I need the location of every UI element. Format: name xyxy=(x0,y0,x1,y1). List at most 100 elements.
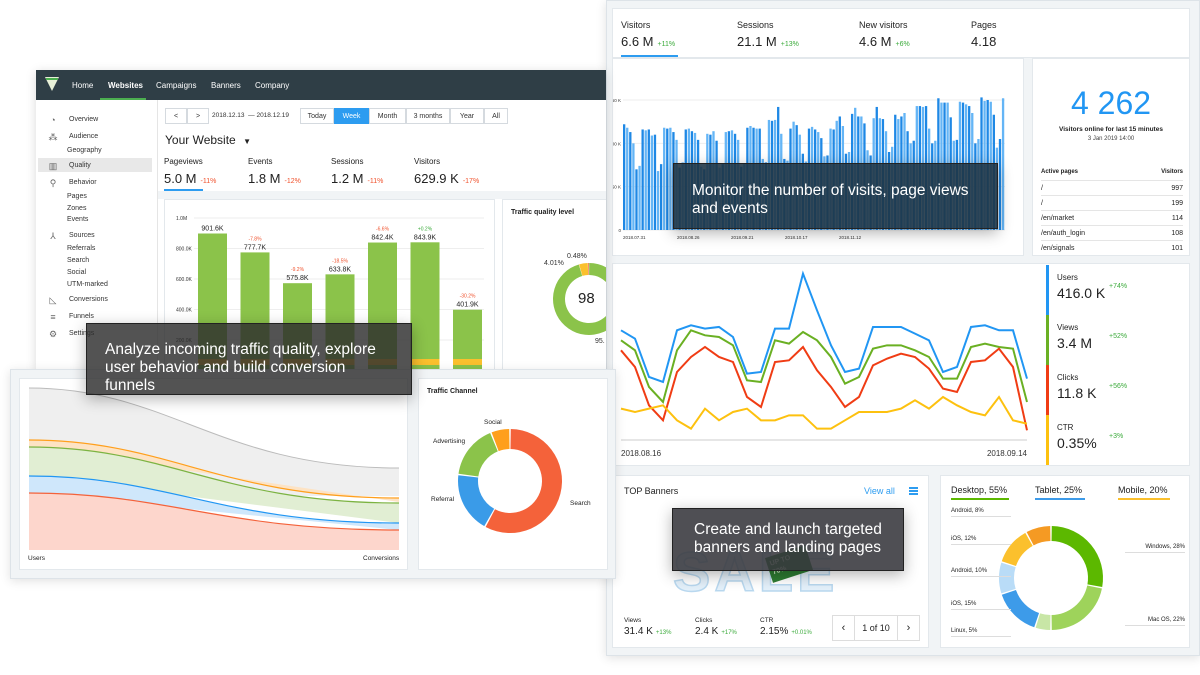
nav-home[interactable]: Home xyxy=(72,81,93,90)
legend-label: Clicks xyxy=(1057,373,1079,382)
sidebar-item-sources[interactable]: ⅄ Sources xyxy=(50,231,94,241)
banner-stat-label: Clicks xyxy=(695,617,713,624)
period-month[interactable]: Month xyxy=(369,108,406,124)
hamburger-icon[interactable] xyxy=(909,487,918,495)
metric-events[interactable]: 1.8 M -12% xyxy=(248,171,301,186)
daily-bar xyxy=(666,128,669,230)
bar-value-label: 401.9K xyxy=(456,302,479,309)
device-tab[interactable]: Mobile, 20% xyxy=(1118,485,1170,500)
metric-sessions[interactable]: 21.1 M +13% xyxy=(737,34,799,49)
metric-new-visitors[interactable]: 4.6 M +6% xyxy=(859,34,910,49)
device-label: Mac OS, 22% xyxy=(1125,617,1185,626)
metric-label-pages: Pages xyxy=(971,20,997,30)
y-tick-label: 1.0M xyxy=(176,216,187,222)
active-page-row[interactable]: / 997 xyxy=(1041,180,1183,195)
sidebar-item-events[interactable]: Events xyxy=(67,216,88,223)
sidebar-item-quality[interactable]: ▥ Quality xyxy=(49,161,91,171)
device-tab[interactable]: Desktop, 55% xyxy=(951,485,1009,500)
tq-label-yellow: 4.01% xyxy=(544,260,564,267)
legend-clicks[interactable]: Clicks 11.8 K +56% xyxy=(1046,365,1186,415)
sidebar-item-label: Behavior xyxy=(69,179,97,186)
metric-value: 5.0 M xyxy=(164,171,197,186)
sidebar-item-search[interactable]: Search xyxy=(67,257,89,264)
active-page-path: /en/auth_login xyxy=(1041,229,1085,237)
active-pages-header: Active pages Visitors xyxy=(1041,169,1183,175)
active-page-visitors: 997 xyxy=(1171,184,1183,192)
daily-bar xyxy=(635,169,638,230)
metric-sessions[interactable]: 1.2 M -11% xyxy=(331,171,383,186)
sidebar-item-social[interactable]: Social xyxy=(67,269,86,276)
legend-label: CTR xyxy=(1057,423,1074,432)
sidebar-item-label: Search xyxy=(67,257,90,264)
legend-change: +56% xyxy=(1109,383,1128,390)
period-today[interactable]: Today xyxy=(300,108,334,124)
x-tick-label: 2018.08.16 xyxy=(621,449,662,458)
daily-bar xyxy=(647,129,650,230)
metric-change: +13% xyxy=(780,41,799,48)
x-tick-label: 2018.09.14 xyxy=(987,449,1028,458)
metric-label-sessions: Sessions xyxy=(737,20,774,30)
metric-visitors[interactable]: 629.9 K -17% xyxy=(414,171,479,186)
device-tab[interactable]: Tablet, 25% xyxy=(1035,485,1085,500)
traffic-channel-donut xyxy=(458,429,562,533)
active-page-row[interactable]: /en/signals 101 xyxy=(1041,240,1183,255)
view-all-link[interactable]: View all xyxy=(864,486,895,496)
legend-change: +52% xyxy=(1109,333,1128,340)
sidebar-item-funnels[interactable]: ≡ Funnels xyxy=(50,312,94,322)
sidebar-item-overview[interactable]: ◔ Overview xyxy=(50,115,98,125)
channel-label-advertising: Advertising xyxy=(433,438,466,445)
sidebar-item-zones[interactable]: Zones xyxy=(67,205,86,212)
sidebar-item-label: Quality xyxy=(69,162,91,169)
banner-pager: ‹ 1 of 10 › xyxy=(832,615,920,641)
sidebar-item-pages[interactable]: Pages xyxy=(67,193,87,200)
pager-prev-button[interactable]: ‹ xyxy=(833,616,855,640)
legend-ctr[interactable]: CTR 0.35% +3% xyxy=(1046,415,1186,465)
period-year[interactable]: Year xyxy=(450,108,484,124)
banner-stat-label: CTR xyxy=(760,617,774,624)
sidebar-item-geography[interactable]: Geography xyxy=(67,147,102,154)
metric-visitors[interactable]: 6.6 M +11% xyxy=(621,34,675,49)
online-count: 4 262 xyxy=(1070,85,1152,121)
sidebar-item-conversions[interactable]: ◺ Conversions xyxy=(50,295,108,305)
realtime-card: 4 262 Visitors online for last 15 minute… xyxy=(1032,58,1190,256)
legend-value: 11.8 K xyxy=(1057,385,1097,401)
conversion-funnel-chart xyxy=(28,387,400,550)
legend-views[interactable]: Views 3.4 M +52% xyxy=(1046,315,1186,365)
metric-pages[interactable]: 4.18 xyxy=(971,34,996,49)
active-page-row[interactable]: /en/auth_login 108 xyxy=(1041,225,1183,240)
quality-icon: ▥ xyxy=(48,161,58,171)
banner-stat-value: 2.15% xyxy=(760,626,789,637)
metric-pageviews[interactable]: 5.0 M -11% xyxy=(164,171,216,186)
sidebar-item-utm-marked[interactable]: UTM-marked xyxy=(67,281,108,288)
active-page-visitors: 101 xyxy=(1171,244,1183,252)
channel-label-referral: Referral xyxy=(431,496,455,503)
metric-change: +6% xyxy=(895,41,910,48)
legend-users[interactable]: Users 416.0 K +74% xyxy=(1046,265,1186,315)
metric-value: 629.9 K xyxy=(414,171,459,186)
period-3-months[interactable]: 3 months xyxy=(406,108,450,124)
walk-icon: ⚲ xyxy=(49,178,57,188)
legend-value: 0.35% xyxy=(1057,435,1097,451)
sidebar-item-referrals[interactable]: Referrals xyxy=(67,245,95,252)
pager-next-button[interactable]: › xyxy=(897,616,919,640)
caret-down-icon: ▼ xyxy=(243,137,251,146)
device-label: Android, 8% xyxy=(951,508,1011,517)
next-period-button[interactable]: > xyxy=(187,108,209,124)
nav-banners[interactable]: Banners xyxy=(211,81,241,90)
active-page-row[interactable]: /en/market 114 xyxy=(1041,210,1183,225)
prev-period-button[interactable]: < xyxy=(165,108,187,124)
y-tick-label: 600.0K xyxy=(176,277,193,283)
bar-warning-segment xyxy=(410,359,440,365)
nav-campaigns[interactable]: Campaigns xyxy=(156,81,196,90)
active-page-row[interactable]: / 199 xyxy=(1041,195,1183,210)
y-tick-label: 150 K xyxy=(613,98,621,103)
nav-company[interactable]: Company xyxy=(255,81,289,90)
site-selector[interactable]: Your Website ▼ xyxy=(165,133,251,147)
nav-websites[interactable]: Websites xyxy=(108,81,143,90)
period-week[interactable]: Week xyxy=(334,108,369,124)
sidebar-item-audience[interactable]: ⁂ Audience xyxy=(49,132,99,142)
sidebar-item-behavior[interactable]: ⚲ Behavior xyxy=(50,178,97,188)
banner-stat-value: 31.4 K xyxy=(624,626,653,637)
conversions-icon: ◺ xyxy=(49,295,57,305)
period-all[interactable]: All xyxy=(484,108,508,124)
